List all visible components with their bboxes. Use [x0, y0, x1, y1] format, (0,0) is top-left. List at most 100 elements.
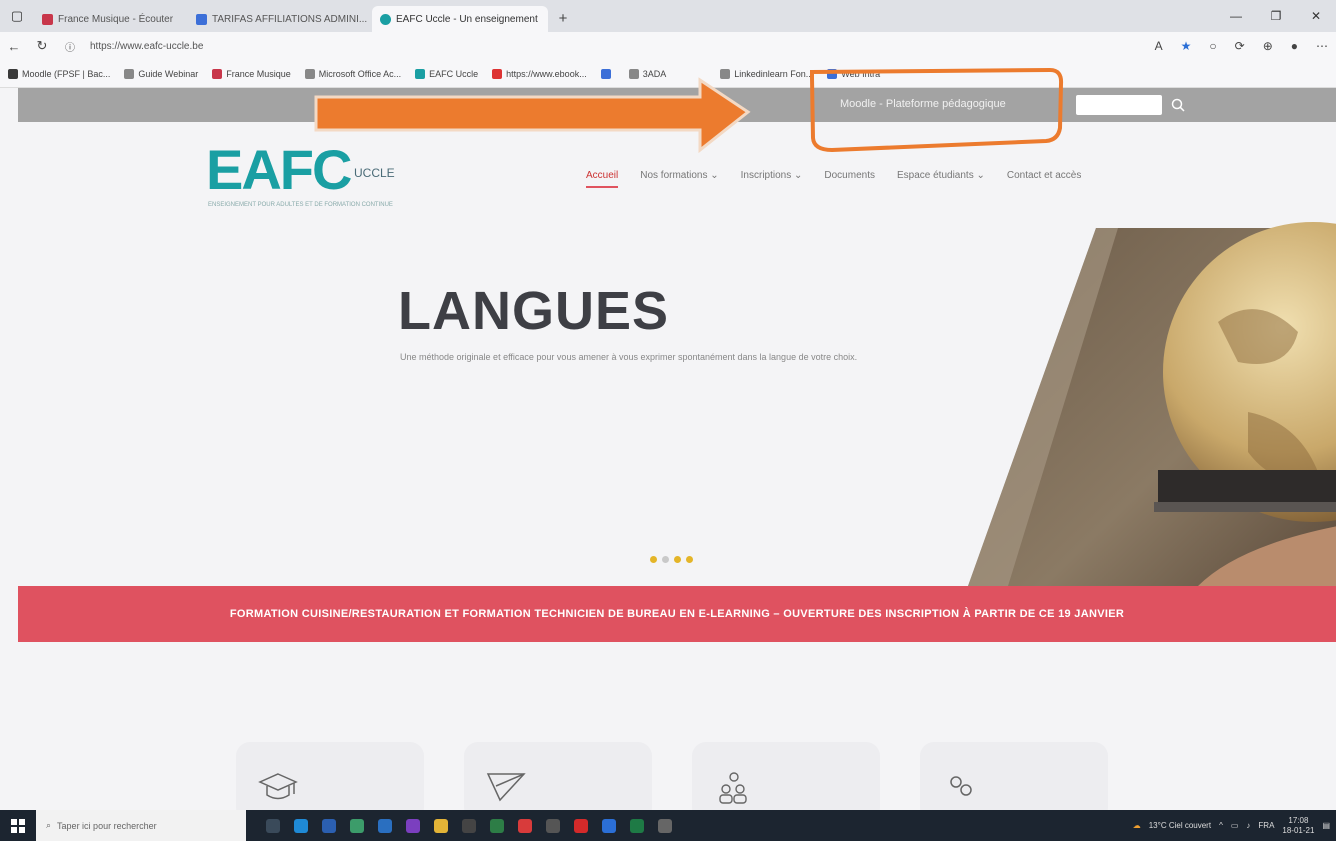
- task-view-icon[interactable]: [266, 818, 280, 833]
- browser-tab[interactable]: TARIFAS AFFILIATIONS ADMINI... ✕: [188, 6, 368, 32]
- window-menu-icon[interactable]: ▢: [0, 0, 34, 32]
- tab-label: EAFC Uccle - Un enseignement: [396, 13, 538, 25]
- back-arrow-icon[interactable]: ←: [0, 39, 28, 54]
- start-button[interactable]: [0, 810, 36, 841]
- screen: ▢ France Musique - Écouter ✕ TARIFAS AFF…: [0, 0, 1336, 841]
- browser-tab-bar: ▢ France Musique - Écouter ✕ TARIFAS AFF…: [0, 0, 1336, 32]
- nav-item-inscriptions[interactable]: Inscriptions ⌄: [741, 170, 803, 181]
- tray-chevron-icon[interactable]: ^: [1219, 821, 1223, 830]
- bookmark-icon: [212, 68, 223, 79]
- nav-item-formations[interactable]: Nos formations ⌄: [640, 170, 718, 181]
- close-icon[interactable]: ✕: [1296, 0, 1336, 32]
- app-icon[interactable]: [490, 818, 504, 833]
- app-icon[interactable]: [546, 818, 560, 833]
- app-icon[interactable]: [602, 818, 616, 833]
- volume-icon[interactable]: ♪: [1246, 821, 1250, 830]
- profile-icon[interactable]: ●: [1291, 39, 1298, 53]
- hero-title: LANGUES: [398, 281, 670, 341]
- bookmark-item[interactable]: Web Intra: [827, 68, 880, 79]
- folder-icon[interactable]: [434, 818, 448, 833]
- favorites-icon[interactable]: ⊕: [1263, 39, 1273, 53]
- site-top-bar: Moodle - Plateforme pédagogique: [18, 88, 1336, 122]
- app-icon[interactable]: [462, 818, 476, 833]
- new-tab-button[interactable]: +: [552, 7, 574, 29]
- bookmark-item[interactable]: https://www.ebook...: [492, 68, 587, 79]
- people-icon: [719, 772, 747, 804]
- favorite-star-icon[interactable]: ★: [1181, 39, 1192, 53]
- toolbar-icons: A ★ ○ ⟳ ⊕ ● ⋯: [1155, 32, 1328, 60]
- app-icon[interactable]: [378, 818, 392, 833]
- clock-date: 18-01-21: [1282, 825, 1315, 835]
- site-logo[interactable]: EAFC UCCLE ENSEIGNEMENT POUR ADULTES ET …: [206, 140, 436, 210]
- bookmark-item[interactable]: Microsoft Office Ac...: [304, 68, 401, 79]
- network-icon[interactable]: ▭: [1231, 821, 1239, 830]
- bookmark-item[interactable]: France Musique: [212, 68, 291, 79]
- hero-description: Une méthode originale et efficace pour v…: [400, 352, 858, 362]
- bookmark-item[interactable]: Guide Webinar: [124, 68, 198, 79]
- refresh-icon[interactable]: ↻: [28, 38, 56, 54]
- browser-tab-active[interactable]: EAFC Uccle - Un enseignement ✕: [372, 6, 548, 32]
- nav-item-accueil[interactable]: Accueil: [586, 170, 619, 188]
- collections-icon[interactable]: ⟳: [1235, 39, 1245, 53]
- search-icon: ⌕: [46, 820, 52, 830]
- app-icon[interactable]: [350, 818, 364, 833]
- excel-icon[interactable]: [630, 818, 644, 833]
- announcement-banner[interactable]: FORMATION CUISINE/RESTAURATION ET FORMAT…: [18, 586, 1336, 642]
- announcement-text: FORMATION CUISINE/RESTAURATION ET FORMAT…: [229, 608, 1125, 620]
- bookmark-item[interactable]: EAFC Uccle: [415, 68, 478, 79]
- notifications-icon[interactable]: ▤: [1322, 821, 1330, 830]
- weather-text[interactable]: 13°C Ciel couvert: [1149, 821, 1211, 830]
- window-controls: — ❐ ✕: [1216, 0, 1336, 32]
- tab-label: France Musique - Écouter: [58, 13, 174, 25]
- logo-sub-text: UCCLE: [354, 166, 395, 180]
- app-icon[interactable]: [322, 818, 336, 833]
- system-tray: ☁ 13°C Ciel couvert ^ ▭ ♪ FRA 17:08 18-0…: [1133, 810, 1330, 841]
- link-icon: [950, 776, 972, 796]
- moodle-link[interactable]: Moodle - Plateforme pédagogique: [840, 98, 1006, 110]
- extensions-icon[interactable]: ○: [1209, 39, 1216, 53]
- taskbar-search[interactable]: ⌕ Taper ici pour rechercher: [36, 810, 246, 841]
- bookmark-icon: [8, 68, 18, 79]
- clock-time: 17:08: [1288, 815, 1309, 825]
- globe-image: [968, 222, 1336, 586]
- slider-dot[interactable]: [686, 556, 693, 563]
- feature-section: [18, 642, 1336, 822]
- paper-plane-icon: [486, 773, 526, 802]
- maximize-icon[interactable]: ❐: [1256, 0, 1296, 32]
- slider-dot[interactable]: [662, 556, 669, 563]
- slider-dot[interactable]: [674, 556, 681, 563]
- edge-icon[interactable]: [294, 818, 308, 833]
- bookmark-item[interactable]: [600, 68, 615, 79]
- lock-icon[interactable]: ⓘ: [56, 39, 84, 54]
- site-search-input[interactable]: [1076, 95, 1162, 115]
- bookmark-icon: [720, 68, 731, 79]
- app-icon[interactable]: [406, 818, 420, 833]
- app-icon[interactable]: [518, 818, 532, 833]
- taskbar-apps: [266, 818, 672, 833]
- app-icon[interactable]: [658, 818, 672, 833]
- read-aloud-icon[interactable]: A: [1155, 39, 1163, 53]
- logo-main-text: EAFC: [206, 138, 352, 201]
- hero-slider: LANGUES Une méthode originale et efficac…: [18, 222, 1336, 586]
- site-header: EAFC UCCLE ENSEIGNEMENT POUR ADULTES ET …: [18, 122, 1336, 222]
- bookmark-item[interactable]: 3ADA: [628, 68, 666, 79]
- taskbar-search-placeholder: Taper ici pour rechercher: [57, 820, 157, 831]
- bookmark-item[interactable]: Moodle (FPSF | Bac...: [8, 68, 110, 79]
- acrobat-icon[interactable]: [574, 818, 588, 833]
- nav-item-documents[interactable]: Documents: [824, 170, 875, 181]
- weather-icon[interactable]: ☁: [1133, 821, 1141, 830]
- nav-item-espace-etudiants[interactable]: Espace étudiants ⌄: [897, 170, 985, 181]
- url-field[interactable]: https://www.eafc-uccle.be: [90, 41, 203, 52]
- more-menu-icon[interactable]: ⋯: [1316, 39, 1328, 53]
- bookmark-item[interactable]: Linkedinlearn Fon...: [720, 68, 813, 79]
- minimize-icon[interactable]: —: [1216, 0, 1256, 32]
- slider-dot[interactable]: [650, 556, 657, 563]
- clock[interactable]: 17:08 18-01-21: [1282, 816, 1314, 836]
- bookmark-icon: [492, 68, 503, 79]
- search-icon[interactable]: [1168, 95, 1188, 115]
- nav-item-contact[interactable]: Contact et accès: [1007, 170, 1081, 181]
- windows-logo-icon: [11, 818, 25, 833]
- language-indicator[interactable]: FRA: [1258, 821, 1274, 830]
- bookmark-icon: [304, 68, 315, 79]
- browser-tab[interactable]: France Musique - Écouter ✕: [34, 6, 184, 32]
